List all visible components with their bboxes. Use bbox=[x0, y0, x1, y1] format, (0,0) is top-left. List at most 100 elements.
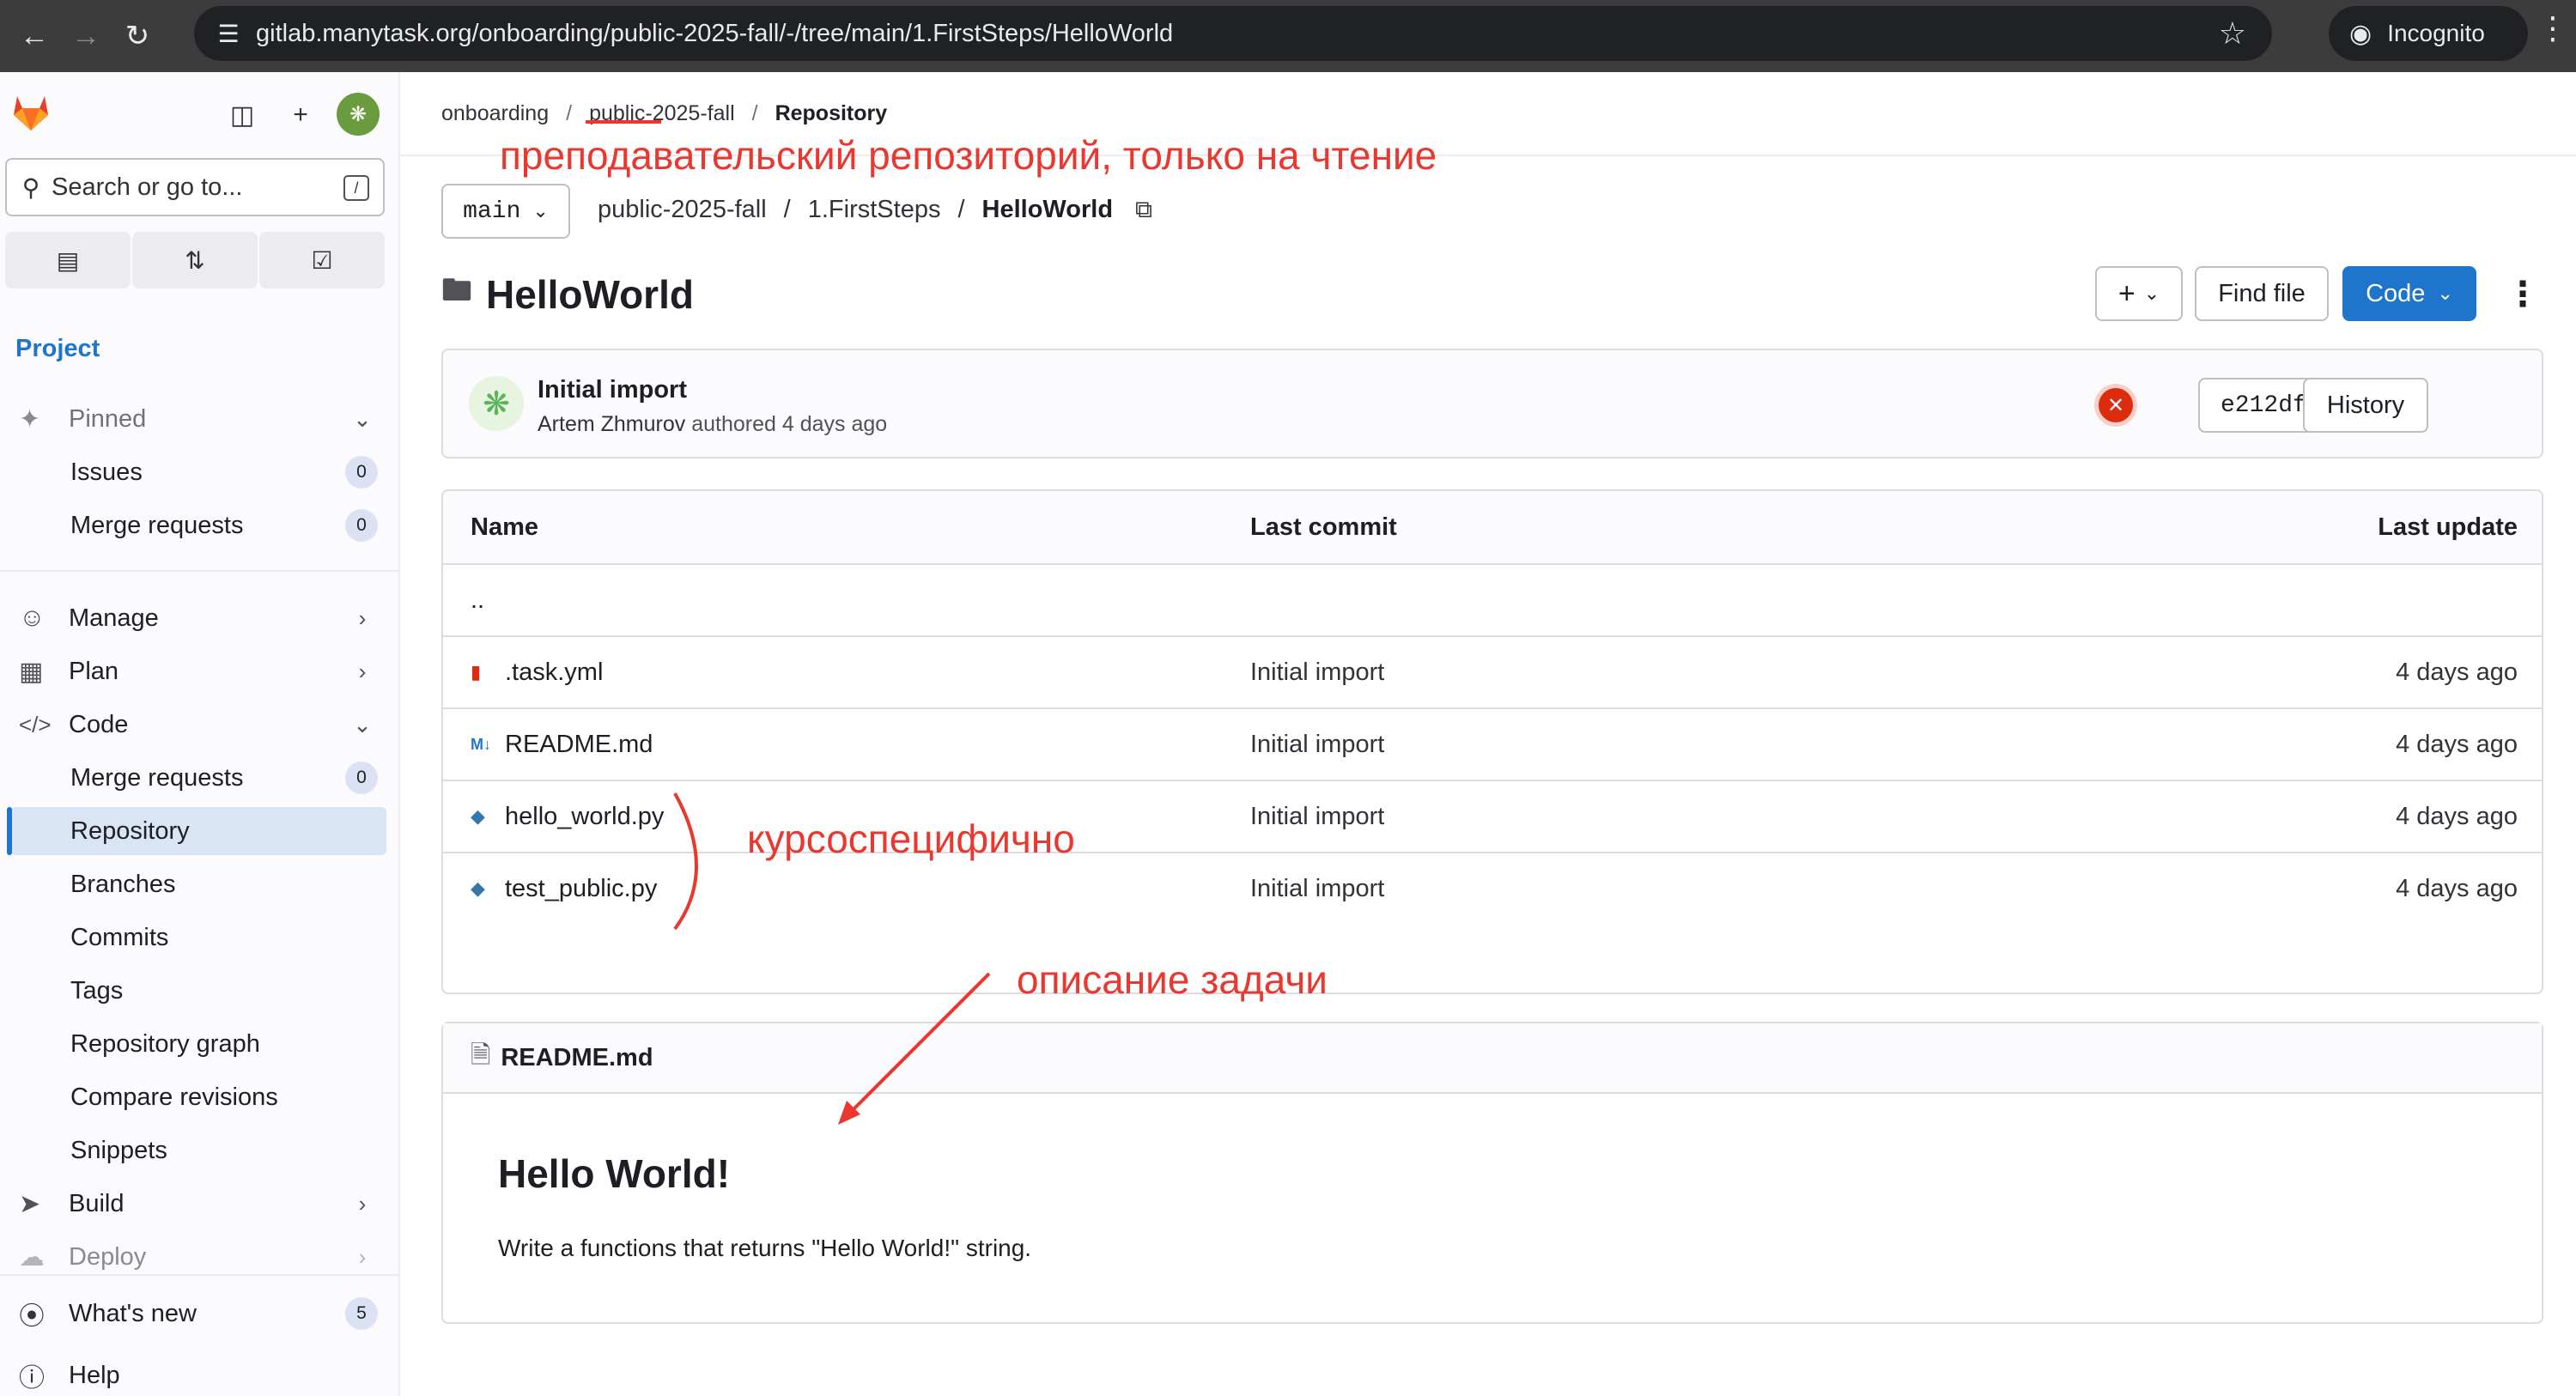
file-name[interactable]: hello_world.py bbox=[505, 803, 664, 831]
search-input[interactable]: ⚲ Search or go to... / bbox=[5, 158, 385, 216]
history-button[interactable]: History bbox=[2303, 378, 2428, 433]
sidebar-item-whats-new[interactable]: ⦿ What's new 5 bbox=[10, 1290, 386, 1338]
forward-icon[interactable]: → bbox=[60, 10, 112, 62]
chevron-right-icon: › bbox=[358, 604, 367, 631]
path-segment[interactable]: public-2025-fall bbox=[598, 196, 767, 224]
readme-filename[interactable]: README.md bbox=[501, 1044, 653, 1072]
breadcrumb-onboarding[interactable]: onboarding bbox=[441, 101, 549, 126]
back-icon[interactable]: ← bbox=[9, 10, 60, 62]
create-new-icon[interactable]: + bbox=[283, 98, 318, 132]
site-settings-icon[interactable]: ☰ bbox=[201, 20, 256, 48]
sidebar-item-issues[interactable]: Issues 0 bbox=[10, 448, 386, 496]
pipeline-failed-icon[interactable]: ✕ bbox=[2099, 388, 2133, 422]
column-header-last-commit: Last commit bbox=[1250, 513, 1397, 541]
issues-shortcut-button[interactable]: ▤ bbox=[5, 232, 131, 288]
sidebar-item-label: Build bbox=[69, 1189, 125, 1217]
copy-path-icon[interactable]: ⧉ bbox=[1135, 196, 1152, 224]
sidebar-item-code[interactable]: </> Code ⌄ bbox=[10, 701, 386, 749]
gitlab-logo[interactable] bbox=[9, 89, 53, 134]
sidebar-item-plan[interactable]: ▦ Plan › bbox=[10, 647, 386, 695]
file-last-commit[interactable]: Initial import bbox=[1250, 731, 1384, 759]
breadcrumb-repository[interactable]: Repository bbox=[775, 101, 888, 126]
sidebar-item-label: Merge requests bbox=[70, 511, 244, 539]
readme-heading: Hello World! bbox=[498, 1151, 731, 1196]
sidebar-item-label: Snippets bbox=[70, 1136, 167, 1164]
user-avatar[interactable]: ❋ bbox=[337, 93, 380, 136]
file-name[interactable]: README.md bbox=[505, 731, 653, 759]
merge-request-icon: ⇅ bbox=[185, 246, 205, 274]
reload-icon[interactable]: ↻ bbox=[112, 10, 163, 62]
sidebar-item-manage[interactable]: ☺ Manage › bbox=[10, 594, 386, 642]
pin-icon: ✦ bbox=[19, 404, 41, 434]
python-file-icon: ◆ bbox=[471, 877, 485, 899]
commit-author-avatar[interactable]: ❋ bbox=[469, 376, 524, 431]
annotation-read-only: преподавательский репозиторий, только на… bbox=[500, 133, 1437, 178]
readme-panel: 🗎 README.md Hello World! Write a functio… bbox=[441, 1022, 2543, 1324]
bookmark-star-icon[interactable]: ☆ bbox=[2219, 15, 2246, 52]
sidebar-item-repository[interactable]: Repository bbox=[7, 807, 386, 855]
count-badge: 0 bbox=[345, 509, 378, 542]
find-file-button[interactable]: Find file bbox=[2195, 266, 2329, 321]
incognito-indicator[interactable]: ◉ Incognito bbox=[2329, 6, 2528, 61]
file-last-commit[interactable]: Initial import bbox=[1250, 659, 1384, 687]
file-last-commit[interactable]: Initial import bbox=[1250, 803, 1384, 831]
sidebar-item-pinned[interactable]: ✦ Pinned ⌄ bbox=[10, 395, 386, 443]
merge-requests-shortcut-button[interactable]: ⇅ bbox=[132, 232, 258, 288]
plus-icon: + bbox=[2117, 276, 2136, 310]
code-dropdown-button[interactable]: Code ⌄ bbox=[2342, 266, 2476, 321]
page-title: HelloWorld bbox=[486, 271, 694, 317]
commit-time: authored 4 days ago bbox=[691, 412, 888, 436]
sidebar-section-project[interactable]: Project bbox=[15, 335, 100, 363]
sidebar-item-help[interactable]: ⓘ Help bbox=[10, 1351, 386, 1396]
chevron-right-icon: › bbox=[358, 1243, 367, 1270]
url-text[interactable]: gitlab.manytask.org/onboarding/public-20… bbox=[256, 20, 1173, 48]
compass-icon: ⦿ bbox=[19, 1302, 45, 1331]
sidebar-item-merge-requests[interactable]: Merge requests 0 bbox=[10, 754, 386, 802]
todos-shortcut-button[interactable]: ☑ bbox=[259, 232, 385, 288]
file-name-cell: M↓ README.md bbox=[471, 731, 653, 759]
branch-selector[interactable]: main ⌄ bbox=[441, 184, 570, 239]
browser-menu-icon[interactable]: ⋮ bbox=[2537, 10, 2568, 46]
file-last-update: 4 days ago bbox=[2396, 802, 2518, 830]
address-bar[interactable]: ☰ gitlab.manytask.org/onboarding/public-… bbox=[194, 6, 2272, 61]
commit-title[interactable]: Initial import bbox=[538, 376, 687, 404]
sidebar-item-merge-requests-pinned[interactable]: Merge requests 0 bbox=[10, 501, 386, 549]
document-icon: 🗎 bbox=[471, 1041, 491, 1069]
sidebar-item-compare-revisions[interactable]: Compare revisions bbox=[10, 1073, 386, 1121]
search-shortcut-hint: / bbox=[343, 175, 369, 201]
sidebar-item-commits[interactable]: Commits bbox=[10, 913, 386, 962]
yaml-file-icon: ▮ bbox=[471, 661, 482, 683]
table-row[interactable]: ▮ .task.yml Initial import 4 days ago bbox=[443, 635, 2542, 707]
sidebar-item-build[interactable]: ➤ Build › bbox=[10, 1180, 386, 1228]
breadcrumb-public-2025-fall[interactable]: public-2025-fall bbox=[589, 101, 735, 126]
chevron-down-icon: ⌄ bbox=[2143, 282, 2160, 304]
sidebar-item-snippets[interactable]: Snippets bbox=[10, 1126, 386, 1174]
add-dropdown-button[interactable]: + ⌄ bbox=[2095, 266, 2183, 321]
breadcrumb-separator: / bbox=[751, 101, 758, 125]
file-table: Name Last commit Last update .. ▮ .task.… bbox=[441, 489, 2543, 994]
sidebar-divider bbox=[0, 1274, 400, 1276]
sidebar-item-repository-graph[interactable]: Repository graph bbox=[10, 1020, 386, 1068]
count-badge: 0 bbox=[345, 456, 378, 489]
commit-author[interactable]: Artem Zhmurov bbox=[538, 412, 685, 436]
sidebar-item-label: Branches bbox=[70, 870, 176, 898]
file-name[interactable]: .task.yml bbox=[505, 659, 603, 687]
sidebar: ◫ + ❋ ⚲ Search or go to... / ▤ ⇅ ☑ Proje… bbox=[0, 72, 400, 1396]
sidebar-item-branches[interactable]: Branches bbox=[10, 860, 386, 908]
file-last-commit[interactable]: Initial import bbox=[1250, 875, 1384, 903]
sidebar-item-label: What's new bbox=[69, 1299, 197, 1327]
sidebar-item-label: Compare revisions bbox=[70, 1083, 278, 1111]
file-name[interactable]: test_public.py bbox=[505, 875, 657, 903]
sidebar-item-tags[interactable]: Tags bbox=[10, 967, 386, 1015]
users-icon: ☺ bbox=[19, 604, 46, 632]
more-actions-icon[interactable]: ⋮ bbox=[2506, 275, 2540, 314]
incognito-label: Incognito bbox=[2387, 20, 2485, 46]
parent-directory-link[interactable]: .. bbox=[471, 586, 484, 615]
path-segment[interactable]: 1.FirstSteps bbox=[808, 196, 941, 224]
table-row-parent[interactable]: .. bbox=[443, 563, 2542, 635]
table-row[interactable]: M↓ README.md Initial import 4 days ago bbox=[443, 707, 2542, 780]
file-name-cell: ▮ .task.yml bbox=[471, 659, 603, 687]
table-row[interactable]: ◆ test_public.py Initial import 4 days a… bbox=[443, 852, 2542, 924]
sidebar-item-label: Manage bbox=[69, 604, 159, 632]
toggle-sidebar-icon[interactable]: ◫ bbox=[225, 98, 259, 132]
